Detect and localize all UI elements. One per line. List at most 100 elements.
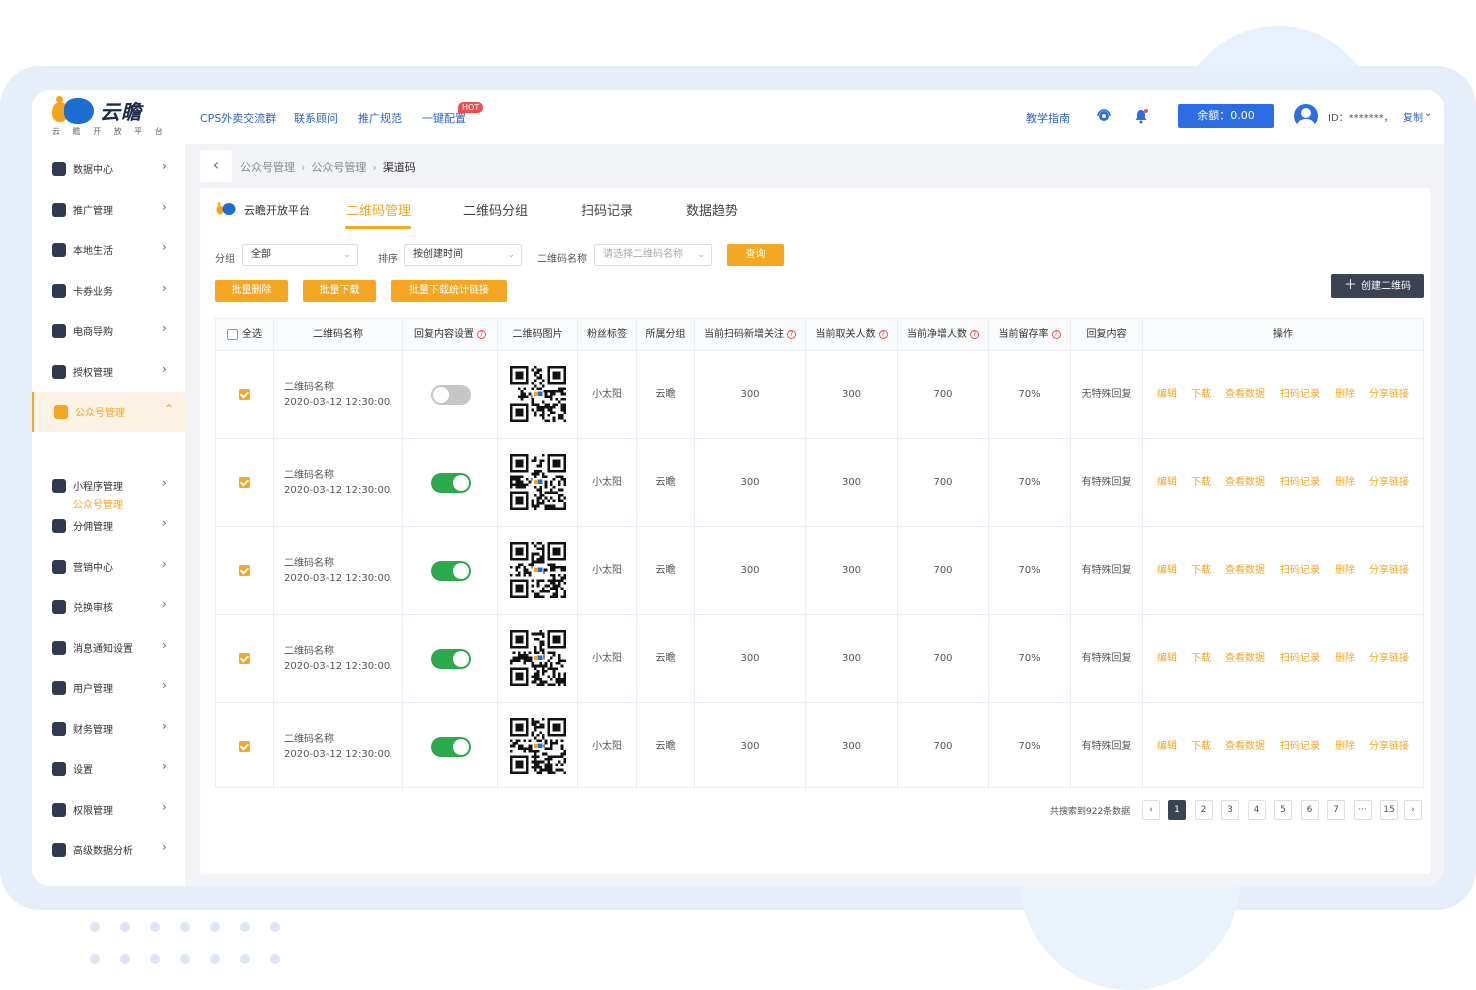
help-icon[interactable]: ? [1051, 329, 1061, 339]
view-data-link[interactable]: 查看数据 [1225, 703, 1265, 790]
avatar[interactable] [1294, 104, 1318, 128]
scan-records-link[interactable]: 扫码记录 [1280, 351, 1320, 438]
sort-select[interactable]: 按创建时间 ⌄ [404, 244, 522, 266]
delete-link[interactable]: 删除 [1335, 439, 1355, 526]
edit-link[interactable]: 编辑 [1157, 351, 1177, 438]
qrcode-image[interactable] [510, 366, 566, 422]
bell-icon[interactable] [1133, 108, 1149, 124]
nav-contact-advisor[interactable]: 联系顾问 [294, 110, 338, 126]
share-link[interactable]: 分享链接 [1369, 527, 1409, 614]
query-button[interactable]: 查询 [727, 244, 784, 266]
row-checkbox[interactable] [239, 564, 250, 576]
download-link[interactable]: 下载 [1191, 439, 1211, 526]
view-data-link[interactable]: 查看数据 [1225, 615, 1265, 702]
sidebar-item-users[interactable]: 用户管理 › [32, 668, 185, 708]
qrcode-image[interactable] [510, 630, 566, 686]
sidebar-item-permissions[interactable]: 权限管理 › [32, 790, 185, 830]
sidebar-item-commission[interactable]: 分佣管理 › [32, 506, 185, 546]
help-icon[interactable]: ? [477, 329, 486, 339]
scan-records-link[interactable]: 扫码记录 [1280, 615, 1320, 702]
help-icon[interactable]: ? [970, 329, 979, 339]
page-button[interactable]: 7 [1327, 800, 1345, 820]
share-link[interactable]: 分享链接 [1369, 703, 1409, 790]
row-checkbox[interactable] [239, 388, 250, 400]
tab-data-trend[interactable]: 数据趋势 [686, 200, 738, 219]
select-all-checkbox[interactable] [227, 328, 238, 340]
help-icon[interactable]: ? [787, 329, 796, 339]
nav-cps-group[interactable]: CPS外卖交流群 [200, 110, 276, 126]
sidebar-item-settings[interactable]: 设置 › [32, 749, 185, 789]
row-checkbox[interactable] [239, 476, 250, 488]
reply-toggle[interactable] [431, 385, 471, 405]
sidebar-item-local-life[interactable]: 本地生活 › [32, 230, 185, 270]
breadcrumb-item[interactable]: 公众号管理 [240, 161, 295, 174]
delete-link[interactable]: 删除 [1335, 615, 1355, 702]
edit-link[interactable]: 编辑 [1157, 439, 1177, 526]
delete-link[interactable]: 删除 [1335, 703, 1355, 790]
sidebar-item-ecommerce[interactable]: 电商导购 › [32, 311, 185, 351]
view-data-link[interactable]: 查看数据 [1225, 527, 1265, 614]
share-link[interactable]: 分享链接 [1369, 351, 1409, 438]
back-button[interactable]: ‹ [200, 150, 232, 182]
view-data-link[interactable]: 查看数据 [1225, 439, 1265, 526]
sidebar-item-mini-program[interactable]: 小程序管理 › [32, 466, 185, 506]
sidebar-item-official-account[interactable]: 公众号管理 ⌃ [32, 392, 185, 432]
column-header[interactable]: 全选 [216, 319, 274, 351]
tab-qrcode-group[interactable]: 二维码分组 [463, 200, 528, 219]
breadcrumb-item[interactable]: 公众号管理 [311, 161, 366, 174]
qrcode-name-select[interactable]: 请选择二维码名称 ⌄ [594, 244, 712, 266]
sidebar-item-notification[interactable]: 消息通知设置 › [32, 628, 185, 668]
row-checkbox[interactable] [239, 740, 250, 752]
row-checkbox[interactable] [239, 652, 250, 664]
prev-page-icon[interactable]: ‹ [1142, 800, 1160, 820]
page-button[interactable]: 4 [1247, 800, 1266, 820]
sidebar-item-finance[interactable]: 财务管理 › [32, 709, 185, 749]
tab-qrcode-manage[interactable]: 二维码管理 [346, 200, 411, 219]
group-select[interactable]: 全部 ⌄ [242, 244, 358, 266]
page-button[interactable]: 3 [1221, 800, 1239, 820]
sidebar-item-auth[interactable]: 授权管理 › [32, 352, 185, 392]
edit-link[interactable]: 编辑 [1157, 527, 1177, 614]
share-link[interactable]: 分享链接 [1369, 615, 1409, 702]
guide-link[interactable]: 教学指南 [1026, 110, 1070, 126]
batch-download-links-button[interactable]: 批量下载统计链接 [391, 280, 507, 302]
sidebar-item-data-center[interactable]: 数据中心 › [32, 149, 185, 189]
edit-link[interactable]: 编辑 [1157, 703, 1177, 790]
qrcode-image[interactable] [510, 542, 566, 598]
share-link[interactable]: 分享链接 [1369, 439, 1409, 526]
download-link[interactable]: 下载 [1191, 351, 1211, 438]
download-link[interactable]: 下载 [1191, 703, 1211, 790]
qrcode-image[interactable] [510, 718, 566, 774]
scan-records-link[interactable]: 扫码记录 [1280, 703, 1320, 790]
view-data-link[interactable]: 查看数据 [1225, 351, 1265, 438]
sidebar-item-coupon[interactable]: 卡券业务 › [32, 271, 185, 311]
customer-service-icon[interactable] [1096, 108, 1112, 124]
batch-download-button[interactable]: 批量下载 [303, 280, 376, 302]
edit-link[interactable]: 编辑 [1157, 615, 1177, 702]
reply-toggle[interactable] [431, 473, 471, 493]
sidebar-item-advanced-analytics[interactable]: 高级数据分析 › [32, 830, 185, 870]
batch-delete-button[interactable]: 批量删除 [215, 280, 288, 302]
reply-toggle[interactable] [431, 649, 471, 669]
page-button[interactable]: 15 [1380, 800, 1398, 820]
scan-records-link[interactable]: 扫码记录 [1280, 527, 1320, 614]
page-button[interactable]: 1 [1168, 800, 1186, 820]
help-icon[interactable]: ? [878, 329, 888, 339]
reply-toggle[interactable] [431, 561, 471, 581]
page-button[interactable]: 5 [1274, 800, 1292, 820]
page-button[interactable]: 6 [1300, 800, 1319, 820]
reply-toggle[interactable] [431, 737, 471, 757]
qrcode-image[interactable] [510, 454, 566, 510]
nav-promo-rules[interactable]: 推广规范 [358, 110, 402, 126]
delete-link[interactable]: 删除 [1335, 527, 1355, 614]
download-link[interactable]: 下载 [1191, 615, 1211, 702]
logo[interactable]: 云瞻 云 瞻 开 放 平 台 [52, 96, 163, 138]
scan-records-link[interactable]: 扫码记录 [1280, 439, 1320, 526]
sidebar-item-promo[interactable]: 推广管理 › [32, 190, 185, 230]
delete-link[interactable]: 删除 [1335, 351, 1355, 438]
tab-scan-records[interactable]: 扫码记录 [581, 200, 633, 219]
page-button[interactable]: 2 [1194, 800, 1213, 820]
page-button[interactable]: ··· [1353, 800, 1372, 820]
chevron-down-icon[interactable]: ⌄ [1424, 108, 1432, 119]
next-page-icon[interactable]: › [1404, 800, 1422, 820]
